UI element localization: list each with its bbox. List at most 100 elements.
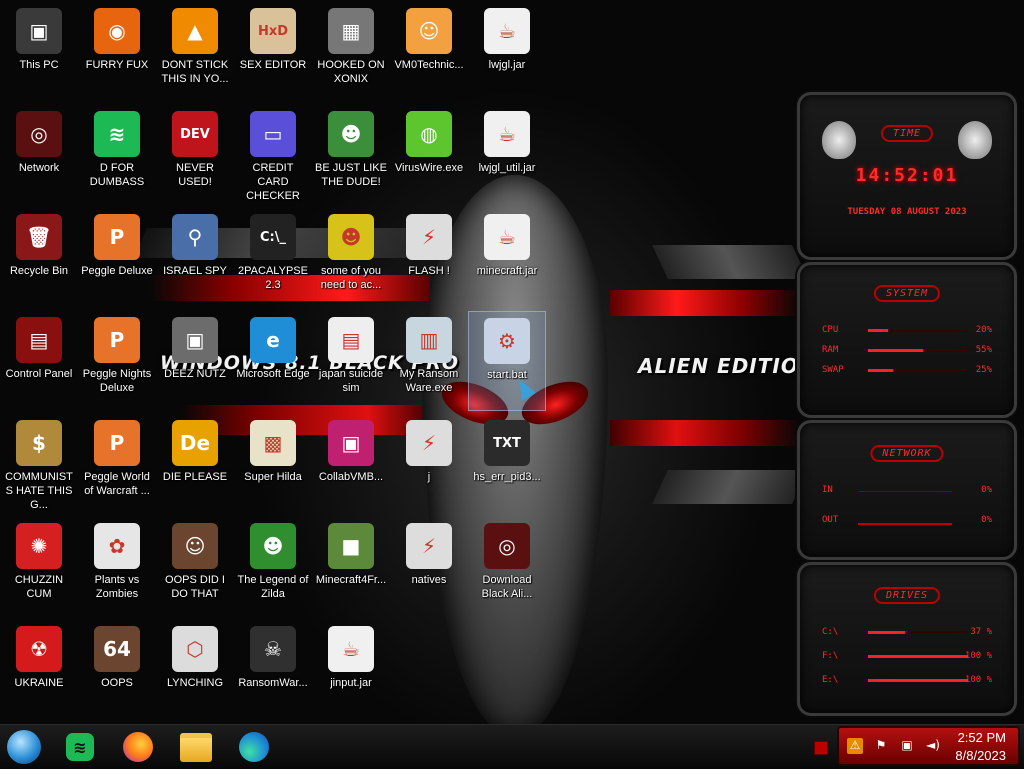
desktop-icon[interactable]: C:\_ 2PACALYPSE 2.3	[234, 208, 312, 308]
desktop-icon[interactable]: ☕ minecraft.jar	[468, 208, 546, 308]
network-in-graph	[858, 491, 952, 492]
desktop-icon[interactable]: ☢ UKRAINE	[0, 620, 78, 720]
system-value: 20%	[975, 325, 992, 335]
desktop-icon[interactable]: ≋ D FOR DUMBASS	[78, 105, 156, 205]
desktop-icon[interactable]: De DIE PLEASE	[156, 414, 234, 514]
collabvm-icon: ▣	[328, 420, 374, 466]
time-gadget-title: TIME	[880, 125, 934, 142]
desktop-icon[interactable]: ☕ lwjgl.jar	[468, 2, 546, 102]
system-row: SWAP 25%	[822, 365, 992, 377]
desktop-icon[interactable]: ▣ CollabVMB...	[312, 414, 390, 514]
desktop-icon[interactable]: ▥ My Ransom Ware.exe	[390, 311, 468, 411]
show-hidden-icons-button[interactable]	[814, 741, 828, 755]
desktop-icon[interactable]: TXT hs_err_pid3...	[468, 414, 546, 514]
desktop-icon[interactable]: e Microsoft Edge	[234, 311, 312, 411]
desktop-icon[interactable]: $ COMMUNISTS HATE THIS G...	[0, 414, 78, 514]
desktop-icon-label: My Ransom Ware.exe	[399, 368, 459, 394]
desktop-icon[interactable]: ☻ The Legend of Zilda	[234, 517, 312, 617]
beaver-icon: ☻	[328, 214, 374, 260]
network-in-row: IN 0%	[822, 485, 992, 497]
desktop-icon[interactable]: ⚙ start.bat	[468, 311, 546, 411]
drive-label: C:\	[822, 627, 839, 637]
desktop-icon[interactable]: ✿ Plants vs Zombies	[78, 517, 156, 617]
desktop-icon[interactable]: ☻ some of you need to ac...	[312, 208, 390, 308]
elf-icon: ☻	[328, 111, 374, 157]
desktop-icon[interactable]: ☠ RansomWar...	[234, 620, 312, 720]
desktop-icon[interactable]: DEV NEVER USED!	[156, 105, 234, 205]
network-status-icon[interactable]: ▣	[899, 738, 915, 754]
desktop-icon[interactable]: ▦ HOOKED ON XONIX	[312, 2, 390, 102]
limewire-icon: ◍	[406, 111, 452, 157]
taskbar-firefox-button[interactable]	[120, 729, 156, 765]
desktop-icon[interactable]: ◍ VirusWire.exe	[390, 105, 468, 205]
desktop-icon[interactable]: 🗑 Recycle Bin	[0, 208, 78, 308]
desktop-icon[interactable]: ⚡ j	[390, 414, 468, 514]
desktop-icon[interactable]: ◉ FURRY FUX	[78, 2, 156, 102]
desktop-icon[interactable]: ⬡ LYNCHING	[156, 620, 234, 720]
windows-stack-icon: ▣	[172, 317, 218, 363]
action-center-flag-icon[interactable]: ⚑	[873, 738, 889, 754]
system-label: RAM	[822, 345, 839, 355]
desktop-icon[interactable]: ▤ Control Panel	[0, 311, 78, 411]
desktop-icon[interactable]: ☕ jinput.jar	[312, 620, 390, 720]
desktop-icon-label: 2PACALYPSE 2.3	[238, 265, 308, 291]
vlc-icon: ▲	[172, 8, 218, 54]
system-gadget[interactable]: SYSTEM CPU 20% RAM 55% SWAP 25%	[797, 262, 1017, 418]
desktop-icon-label: VM0Technic...	[394, 59, 464, 71]
taskbar-spotify-button[interactable]: ≋	[62, 729, 98, 765]
system-meter	[868, 369, 968, 372]
desktop-icon-label: BE JUST LIKE THE DUDE!	[315, 162, 387, 188]
desktop-icon[interactable]: P Peggle Nights Deluxe	[78, 311, 156, 411]
desktop-icon[interactable]: P Peggle Deluxe	[78, 208, 156, 308]
taskbar-file-explorer-button[interactable]	[178, 729, 214, 765]
desktop-icon[interactable]: ☺ VM0Technic...	[390, 2, 468, 102]
desktop-icon[interactable]: HxD SEX EDITOR	[234, 2, 312, 102]
desktop-icon[interactable]: ▣ DEEZ NUTZ	[156, 311, 234, 411]
volume-icon[interactable]: ◄)	[925, 738, 941, 754]
start-button[interactable]	[6, 729, 42, 765]
taskbar-clock-date[interactable]: 8/8/2023	[955, 748, 1006, 763]
system-meter	[868, 329, 968, 332]
desktop-icon[interactable]: 64 OOPS	[78, 620, 156, 720]
hex-badge-icon: ⬡	[172, 626, 218, 672]
folder-icon	[180, 732, 212, 762]
spotify-icon: ≋	[66, 733, 94, 761]
taskbar-clock-time[interactable]: 2:52 PM	[958, 730, 1006, 745]
peggle-icon: P	[94, 420, 140, 466]
desktop[interactable]: WINDOWS 8.1 BLACK PRO ALIEN EDITION 20 ▣…	[0, 0, 1024, 724]
desktop-icon[interactable]: ▲ DONT STICK THIS IN YO...	[156, 2, 234, 102]
wallpaper-band-right-bottom	[652, 470, 808, 504]
desktop-icon[interactable]: ▭ CREDIT CARD CHECKER	[234, 105, 312, 205]
desktop-icon-label: HOOKED ON XONIX	[317, 59, 385, 85]
flash-icon: ⚡	[406, 214, 452, 260]
peggle-icon: P	[94, 214, 140, 260]
flash-icon: ⚡	[406, 420, 452, 466]
desktop-icon[interactable]: ⚡ natives	[390, 517, 468, 617]
desktop-icon[interactable]: ◎ Network	[0, 105, 78, 205]
desktop-icon[interactable]: ☻ BE JUST LIKE THE DUDE!	[312, 105, 390, 205]
drive-value: 100 %	[964, 651, 992, 661]
system-row: CPU 20%	[822, 325, 992, 337]
desktop-icon[interactable]: ▩ Super Hilda	[234, 414, 312, 514]
tray-app-icon[interactable]: ⚠	[847, 738, 863, 754]
desktop-icon[interactable]: ☺ OOPS DID I DO THAT	[156, 517, 234, 617]
time-gadget[interactable]: TIME 14:52:01 TUESDAY 08 AUGUST 2023	[797, 92, 1017, 260]
desktop-icon-label: j	[427, 471, 431, 483]
drives-gadget[interactable]: DRIVES C:\ 37 % F:\ 100 % E:\ 100 %	[797, 562, 1017, 716]
desktop-icon[interactable]: P Peggle World of Warcraft ...	[78, 414, 156, 514]
desktop-icon[interactable]: ✺ CHUZZIN CUM	[0, 517, 78, 617]
desktop-icon[interactable]: ☕ lwjgl_util.jar	[468, 105, 546, 205]
taskbar-edge-button[interactable]	[236, 729, 272, 765]
desktop-icon-label: CREDIT CARD CHECKER	[246, 162, 300, 202]
desktop-icon[interactable]: ⚲ ISRAEL SPY	[156, 208, 234, 308]
system-tray: ⚠ ⚑ ▣ ◄) 2:52 PM 8/8/2023	[837, 726, 1020, 766]
drive-meter-fill	[868, 631, 905, 634]
desktop-icon-label: Recycle Bin	[9, 265, 69, 277]
desktop-icon[interactable]: ◎ Download Black Ali...	[468, 517, 546, 617]
firefox-icon	[123, 732, 153, 762]
desktop-icon[interactable]: ▤ japan suicide sim	[312, 311, 390, 411]
desktop-icon[interactable]: ⚡ FLASH !	[390, 208, 468, 308]
desktop-icon[interactable]: ▣ This PC	[0, 2, 78, 102]
network-gadget[interactable]: NETWORK IN 0% OUT 0%	[797, 420, 1017, 560]
desktop-icon[interactable]: ■ Minecraft4Fr...	[312, 517, 390, 617]
